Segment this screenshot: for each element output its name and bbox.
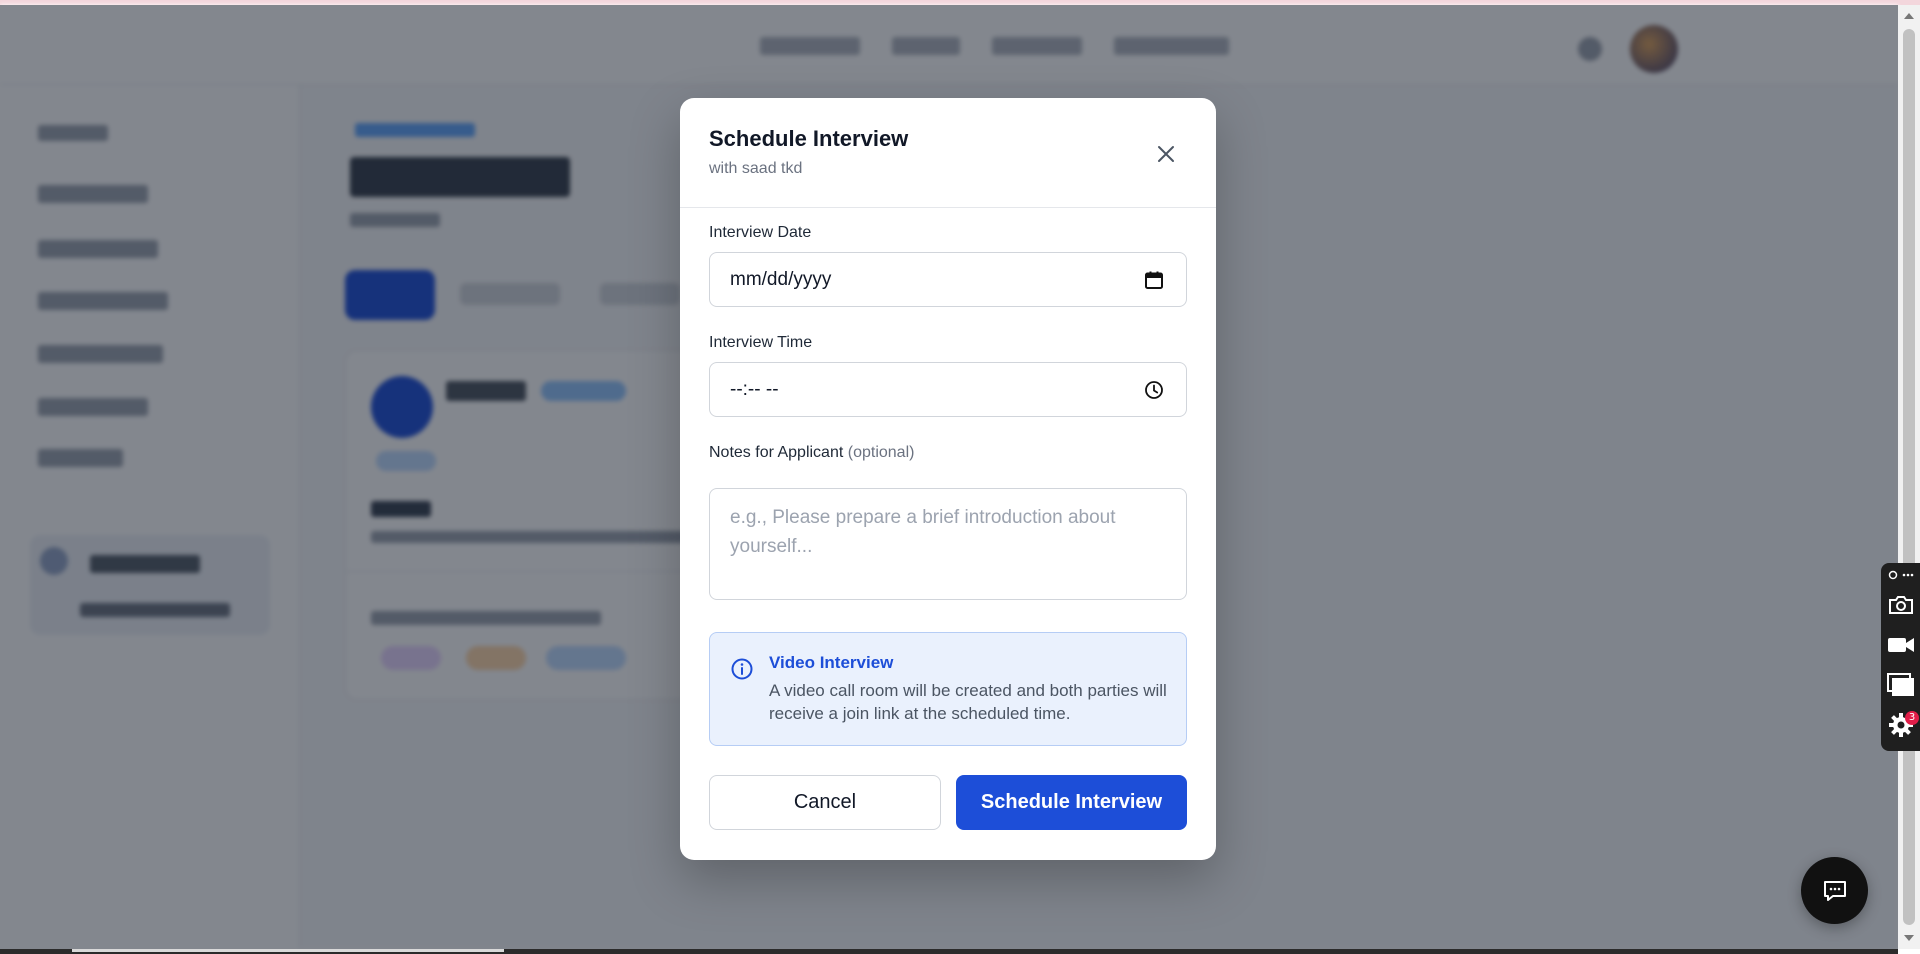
close-icon — [1158, 146, 1174, 162]
video-interview-info: Video Interview A video call room will b… — [709, 632, 1187, 746]
interview-time-label: Interview Time — [709, 334, 813, 351]
notes-textarea[interactable]: e.g., Please prepare a brief introductio… — [709, 488, 1187, 600]
info-title: Video Interview — [769, 653, 894, 672]
horizontal-scrollbar — [0, 949, 1898, 954]
link-more-icon — [1888, 570, 1914, 580]
info-icon — [731, 658, 753, 680]
interview-date-label: Interview Date — [709, 224, 812, 241]
chat-icon — [1823, 880, 1846, 901]
window-capture-button[interactable] — [1887, 671, 1915, 699]
cancel-button[interactable]: Cancel — [709, 775, 941, 830]
interview-time-input[interactable]: --:-- -- — [709, 362, 1187, 417]
schedule-interview-dialog: Schedule Interview with saad tkd Intervi… — [680, 98, 1216, 860]
interview-date-input[interactable]: mm/dd/yyyy — [709, 252, 1187, 307]
clock-icon[interactable] — [1144, 380, 1164, 400]
optional-hint: (optional) — [847, 444, 915, 461]
record-video-button[interactable] — [1887, 631, 1915, 659]
settings-notification-badge: 3 — [1905, 711, 1919, 725]
interview-time-value: --:-- -- — [730, 379, 779, 400]
notes-placeholder: e.g., Please prepare a brief introductio… — [730, 507, 1116, 557]
toolbar-extension-icon[interactable] — [1887, 567, 1915, 583]
info-text: A video call room will be created and bo… — [769, 681, 1167, 723]
notes-label: Notes for Applicant (optional) — [709, 444, 914, 462]
close-button[interactable] — [1150, 138, 1182, 170]
dialog-subtitle: with saad tkd — [709, 160, 803, 177]
dialog-header: Schedule Interview with saad tkd — [680, 98, 1216, 208]
notes-label-text: Notes for Applicant — [709, 444, 844, 461]
camera-icon — [1889, 596, 1913, 614]
scroll-up-arrow-icon[interactable] — [1904, 13, 1914, 19]
dialog-title: Schedule Interview — [709, 126, 909, 151]
screenshot-button[interactable] — [1887, 591, 1915, 619]
scrollbar-thumb[interactable] — [1903, 29, 1915, 925]
video-icon — [1888, 638, 1914, 652]
schedule-interview-button[interactable]: Schedule Interview — [956, 775, 1187, 830]
scroll-down-arrow-icon[interactable] — [1904, 935, 1914, 941]
floating-side-toolbar: 3 — [1881, 563, 1920, 751]
page-scrollbar[interactable] — [1898, 5, 1920, 949]
window-icon — [1887, 673, 1914, 696]
chat-button[interactable] — [1801, 857, 1868, 924]
interview-date-value: mm/dd/yyyy — [730, 269, 832, 290]
calendar-icon[interactable] — [1144, 270, 1164, 290]
